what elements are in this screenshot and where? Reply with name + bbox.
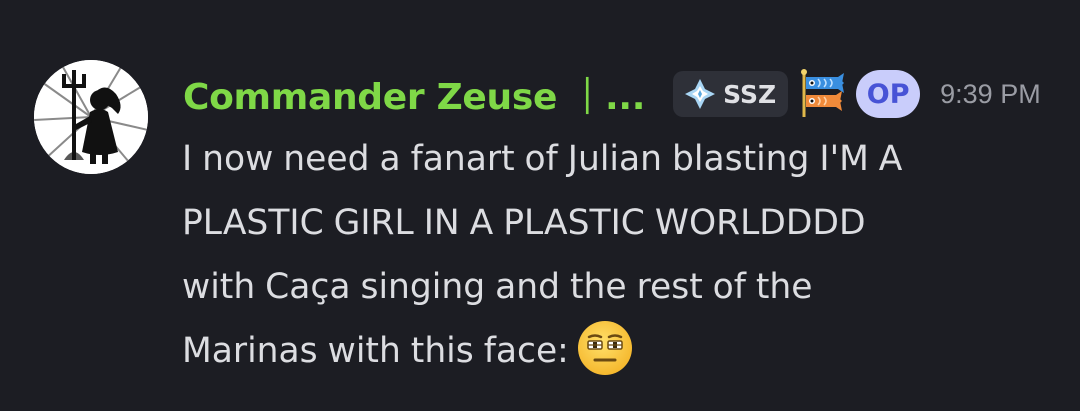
clan-tag-label: SSZ xyxy=(723,79,777,109)
message-header: Commander Zeuse ｜... SSZ OP 9:39 PM xyxy=(183,62,1041,126)
message-line: PLASTIC GIRL IN A PLASTIC WORLDDDD xyxy=(182,203,866,243)
timestamp[interactable]: 9:39 PM xyxy=(940,79,1041,110)
face-with-rolling-eyes-emoji[interactable] xyxy=(577,320,633,376)
message-line: with Caça singing and the rest of the xyxy=(182,267,813,307)
message-line-with-emoji: Marinas with this face: xyxy=(182,319,1042,383)
diamond-sparkle-icon xyxy=(685,79,716,109)
chat-message: Commander Zeuse ｜... SSZ OP 9:39 PM I no… xyxy=(0,0,1080,411)
op-badge: OP xyxy=(856,70,921,118)
message-content: I now need a fanart of Julian blasting I… xyxy=(182,127,1042,383)
black-silhouette-avatar-icon xyxy=(34,60,148,174)
avatar[interactable] xyxy=(34,60,148,174)
message-line: I now need a fanart of Julian blasting I… xyxy=(182,139,903,179)
koinobori-carp-streamer-icon xyxy=(801,69,845,117)
message-line: Marinas with this face: xyxy=(182,331,569,371)
clan-tag[interactable]: SSZ xyxy=(673,71,789,117)
author-name[interactable]: Commander Zeuse ｜... xyxy=(183,68,645,120)
